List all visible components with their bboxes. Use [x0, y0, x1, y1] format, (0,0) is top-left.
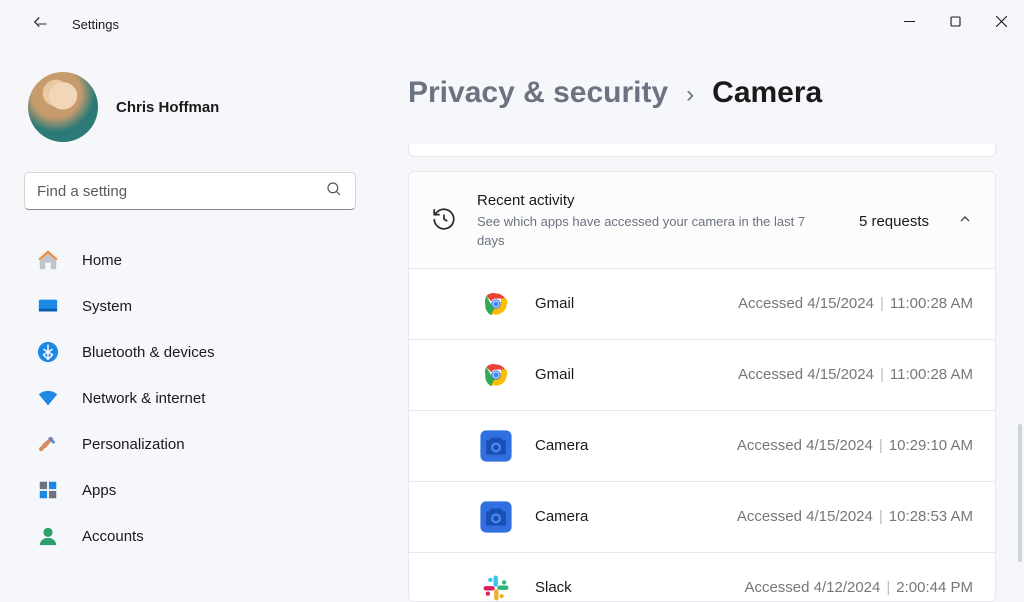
- activity-row[interactable]: Camera Accessed 4/15/2024|10:28:53 AM: [409, 481, 995, 552]
- avatar: [28, 72, 98, 142]
- activity-row[interactable]: Gmail Accessed 4/15/2024|11:00:28 AM: [409, 268, 995, 339]
- activity-app-name: Camera: [535, 508, 645, 525]
- activity-access-time: Accessed 4/15/2024|10:29:10 AM: [667, 437, 973, 454]
- maximize-icon: [950, 16, 961, 27]
- sidebar-item-network[interactable]: Network & internet: [24, 376, 356, 420]
- user-name: Chris Hoffman: [116, 99, 219, 116]
- camera-icon: [479, 429, 513, 463]
- sidebar-item-bluetooth[interactable]: Bluetooth & devices: [24, 330, 356, 374]
- sidebar-item-label: Accounts: [82, 528, 144, 545]
- chevron-up-icon: [957, 211, 973, 227]
- prev-card-bottom: [408, 144, 996, 157]
- activity-app-name: Gmail: [535, 295, 645, 312]
- breadcrumb-parent[interactable]: Privacy & security: [408, 76, 668, 110]
- activity-app-name: Gmail: [535, 366, 645, 383]
- activity-app-name: Slack: [535, 579, 645, 596]
- sidebar-item-system[interactable]: System: [24, 284, 356, 328]
- back-button[interactable]: [28, 13, 50, 36]
- activity-access-time: Accessed 4/15/2024|11:00:28 AM: [667, 366, 973, 383]
- sidebar-item-label: Apps: [82, 482, 116, 499]
- chrome-icon: [479, 358, 513, 392]
- chevron-right-icon: ›: [686, 81, 694, 109]
- sidebar-item-label: System: [82, 298, 132, 315]
- activity-access-time: Accessed 4/15/2024|10:28:53 AM: [667, 508, 973, 525]
- chrome-icon: [479, 287, 513, 321]
- system-icon: [36, 294, 60, 318]
- maximize-button[interactable]: [932, 0, 978, 42]
- sidebar-nav: Home System Bluetooth & devices Network …: [24, 238, 356, 558]
- home-icon: [36, 248, 60, 272]
- sidebar-item-label: Home: [82, 252, 122, 269]
- activity-row[interactable]: Slack Accessed 4/12/2024|2:00:44 PM: [409, 552, 995, 602]
- sidebar-item-home[interactable]: Home: [24, 238, 356, 282]
- bluetooth-icon: [36, 340, 60, 364]
- scrollbar-thumb[interactable]: [1018, 424, 1022, 562]
- activity-row[interactable]: Gmail Accessed 4/15/2024|11:00:28 AM: [409, 339, 995, 410]
- collapse-button[interactable]: [957, 211, 973, 232]
- brush-icon: [36, 432, 60, 456]
- search-box[interactable]: [24, 172, 356, 210]
- search-icon: [325, 180, 343, 203]
- camera-icon: [479, 500, 513, 534]
- activity-row[interactable]: Camera Accessed 4/15/2024|10:29:10 AM: [409, 410, 995, 481]
- close-button[interactable]: [978, 0, 1024, 42]
- recent-activity-panel: Recent activity See which apps have acce…: [408, 171, 996, 602]
- minimize-icon: [904, 16, 915, 27]
- sidebar-item-apps[interactable]: Apps: [24, 468, 356, 512]
- page-title: Camera: [712, 76, 822, 110]
- request-count: 5 requests: [859, 213, 929, 230]
- panel-title: Recent activity: [477, 192, 839, 209]
- sidebar-item-label: Bluetooth & devices: [82, 344, 215, 361]
- sidebar-item-label: Network & internet: [82, 390, 205, 407]
- activity-access-time: Accessed 4/12/2024|2:00:44 PM: [667, 579, 973, 596]
- wifi-icon: [36, 386, 60, 410]
- user-profile[interactable]: Chris Hoffman: [24, 72, 356, 142]
- account-icon: [36, 524, 60, 548]
- app-title: Settings: [72, 17, 119, 32]
- breadcrumb: Privacy & security › Camera: [408, 76, 996, 110]
- sidebar-item-label: Personalization: [82, 436, 185, 453]
- minimize-button[interactable]: [886, 0, 932, 42]
- apps-icon: [36, 478, 60, 502]
- panel-subtitle: See which apps have accessed your camera…: [477, 213, 817, 249]
- activity-access-time: Accessed 4/15/2024|11:00:28 AM: [667, 295, 973, 312]
- activity-app-name: Camera: [535, 437, 645, 454]
- history-icon: [431, 206, 457, 237]
- close-icon: [996, 16, 1007, 27]
- slack-icon: [479, 571, 513, 602]
- search-input[interactable]: [37, 183, 325, 200]
- sidebar-item-personalization[interactable]: Personalization: [24, 422, 356, 466]
- sidebar-item-accounts[interactable]: Accounts: [24, 514, 356, 558]
- recent-activity-header[interactable]: Recent activity See which apps have acce…: [409, 172, 995, 267]
